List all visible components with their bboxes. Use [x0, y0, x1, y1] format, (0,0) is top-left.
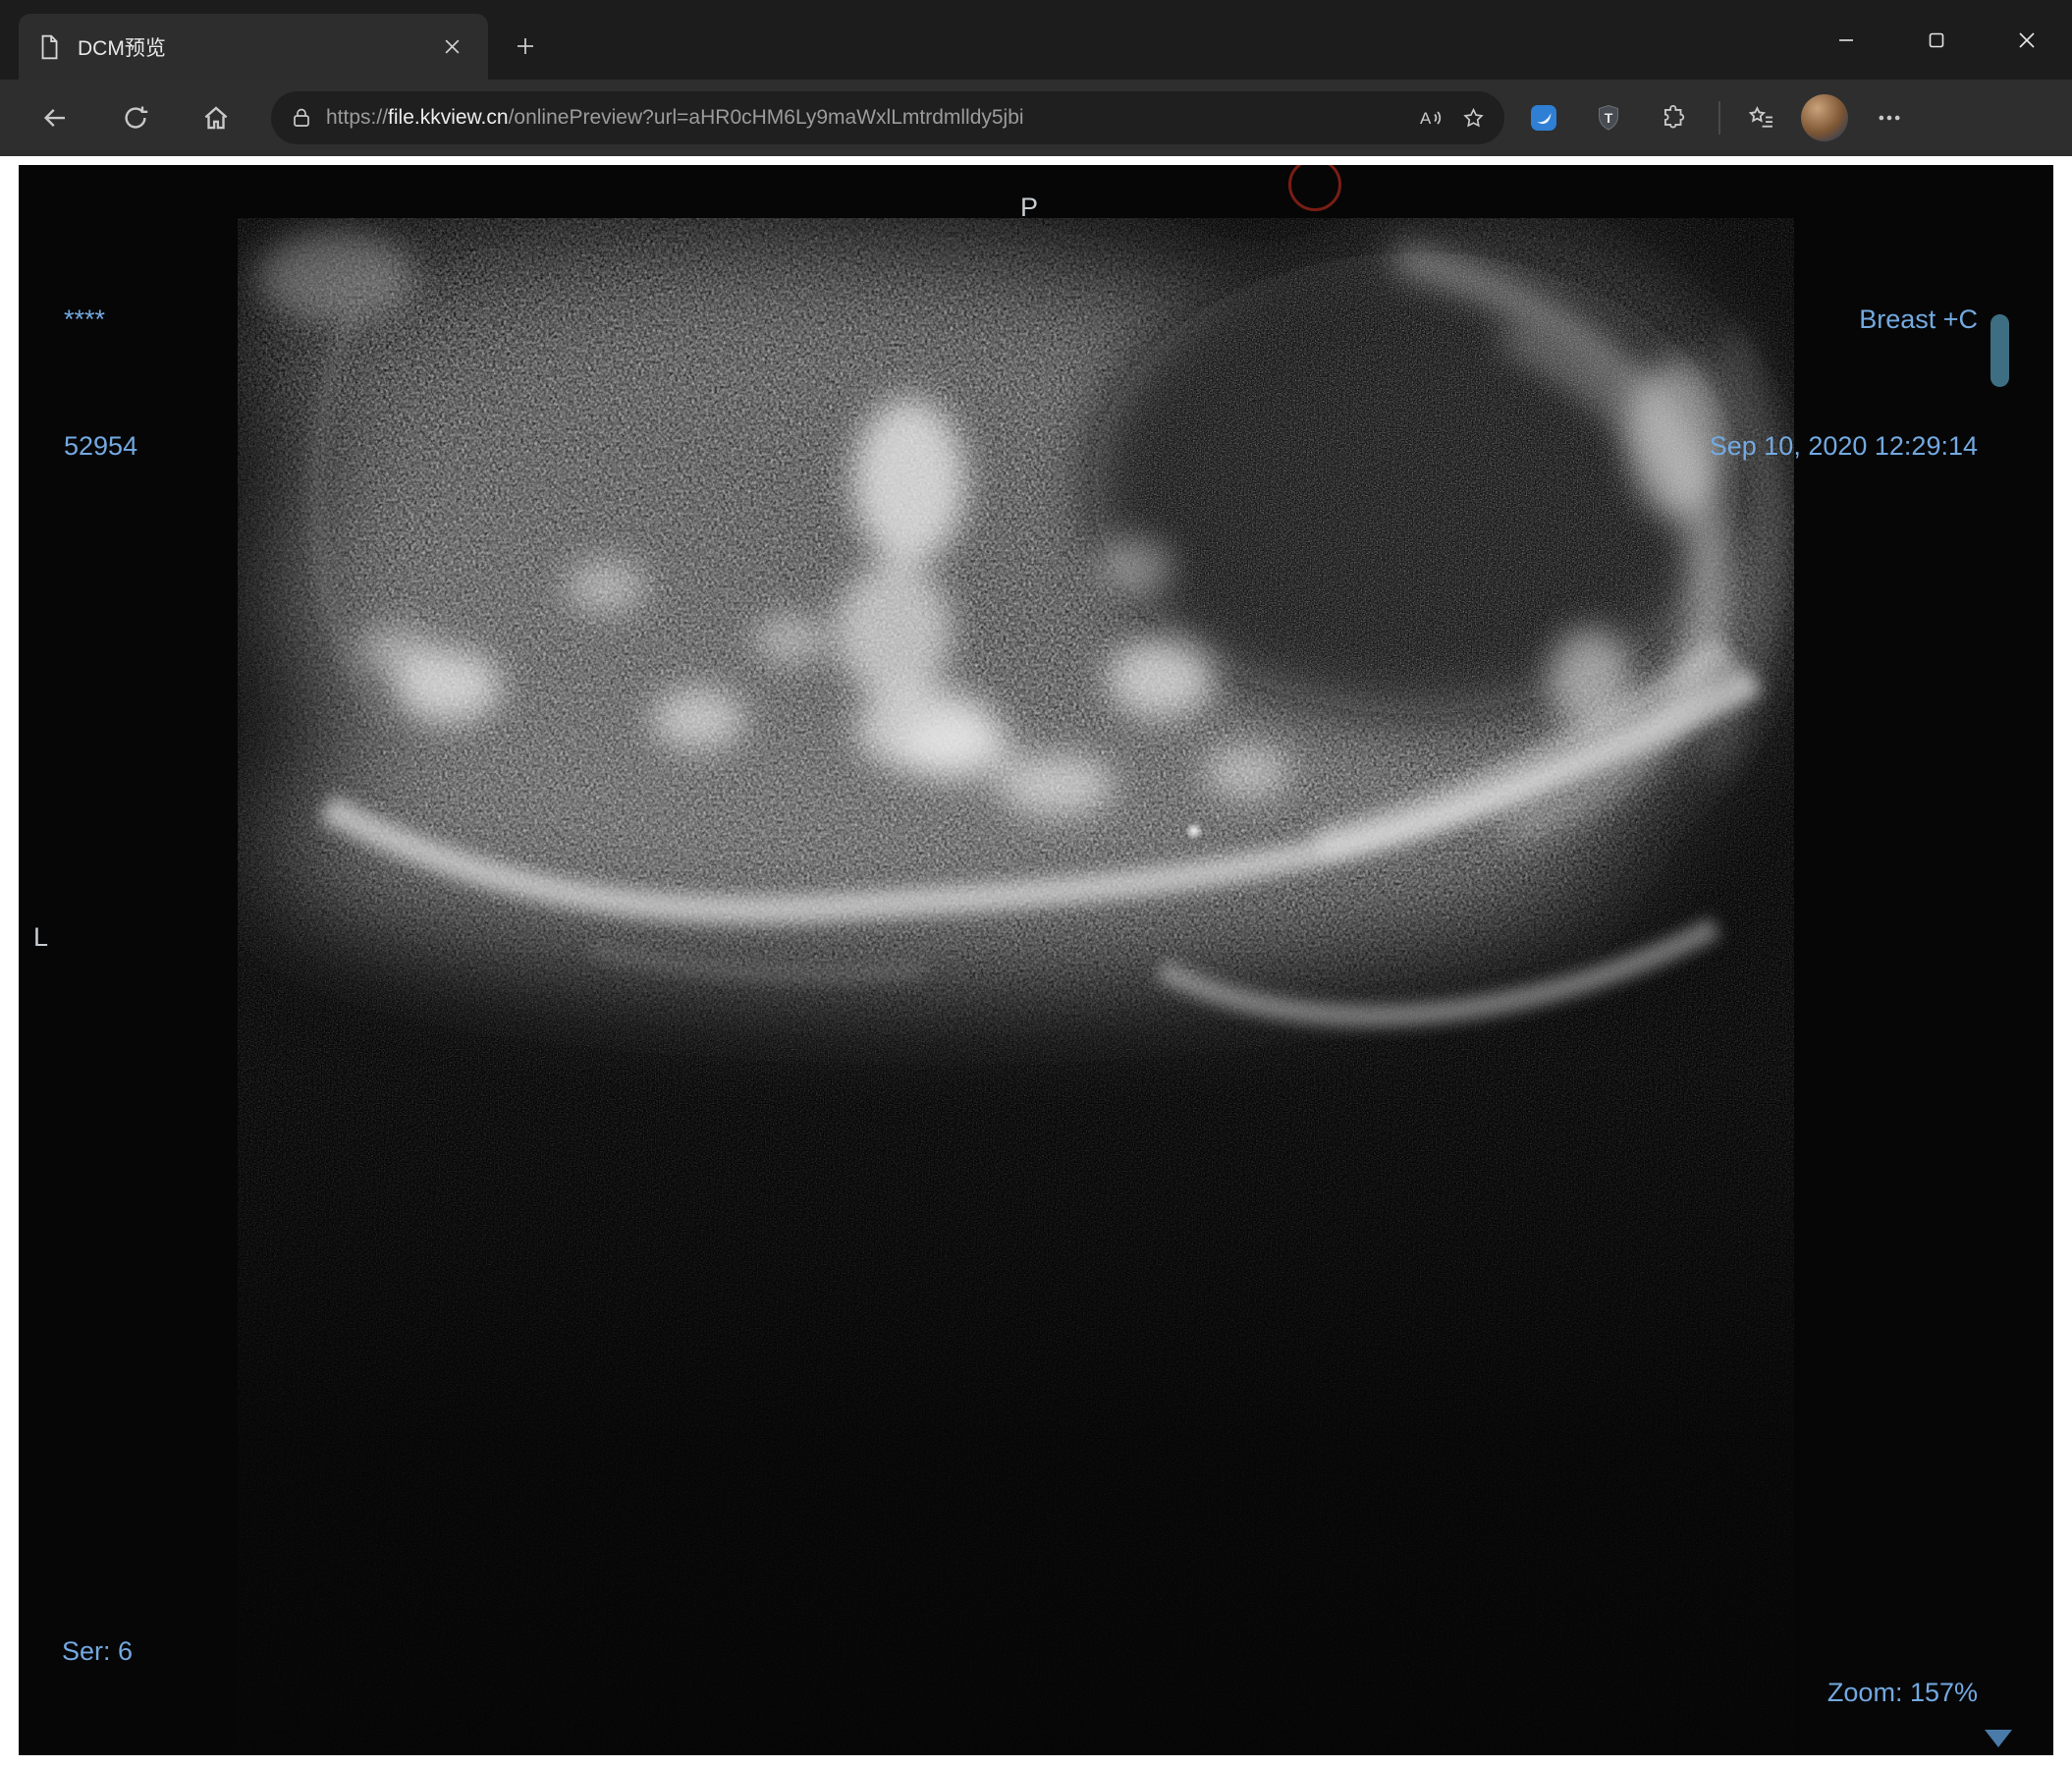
home-button[interactable]: [191, 92, 242, 143]
series-info-overlay: Ser: 6 Img: 201 1/545 512 x 512 Loc: 109…: [62, 1548, 440, 1755]
tab-strip: DCM预览: [0, 0, 2072, 80]
dicom-scan-image: [238, 218, 1794, 1755]
minimize-button[interactable]: [1801, 0, 1891, 80]
study-info-overlay: Breast +C Sep 10, 2020 12:29:14: [1710, 214, 1978, 552]
refresh-button[interactable]: [110, 92, 161, 143]
patient-info-overlay: **** 52954: [64, 214, 137, 552]
zoom-level: Zoom: 157%: [1827, 1678, 1978, 1707]
address-bar[interactable]: https://file.kkview.cn/onlinePreview?url…: [271, 91, 1504, 144]
browser-window: DCM预览 https://file.kkview.cn/onlinePrevi…: [0, 0, 2072, 1768]
dicom-viewer[interactable]: **** 52954 Breast +C Sep 10, 2020 12:29:…: [19, 165, 2053, 1755]
lock-icon[interactable]: [291, 106, 312, 130]
favorites-hub-icon[interactable]: [1736, 92, 1787, 143]
url-scheme: https://: [326, 106, 389, 129]
document-icon: [36, 33, 62, 61]
content-page: **** 52954 Breast +C Sep 10, 2020 12:29:…: [0, 156, 2072, 1768]
new-tab-button[interactable]: [503, 24, 548, 69]
blue-extension-icon[interactable]: [1518, 92, 1569, 143]
url-path: /onlinePreview?url=aHR0cHM6Ly9maWxlLmtrd…: [508, 106, 1024, 129]
viewer-scrollbar-thumb[interactable]: [1990, 314, 2009, 387]
more-icon[interactable]: [1864, 92, 1915, 143]
svg-text:A: A: [1420, 109, 1432, 128]
window-controls: [1801, 0, 2072, 80]
image-number: Img: 201 1/545: [62, 1754, 440, 1755]
read-aloud-icon[interactable]: A: [1408, 96, 1451, 139]
back-button[interactable]: [29, 92, 81, 143]
shield-t-extension-icon[interactable]: T: [1583, 92, 1634, 143]
window-close-button[interactable]: [1982, 0, 2072, 80]
study-description: Breast +C: [1859, 304, 1978, 334]
annotation-circle: [1288, 165, 1341, 211]
display-info-overlay: Zoom: 157% W: 778 L: 389 Lossless / Unco…: [1674, 1589, 1978, 1755]
tab-dcm-preview[interactable]: DCM预览: [19, 14, 488, 80]
url-domain: file.kkview.cn: [388, 106, 509, 129]
study-datetime: Sep 10, 2020 12:29:14: [1709, 431, 1978, 461]
favorite-star-icon[interactable]: [1451, 96, 1495, 139]
maximize-button[interactable]: [1891, 0, 1982, 80]
orientation-marker-posterior: P: [1020, 193, 1039, 222]
scroll-down-arrow-icon[interactable]: [1985, 1730, 2012, 1747]
patient-number: 52954: [64, 431, 138, 461]
extensions-puzzle-icon[interactable]: [1648, 92, 1699, 143]
series-number: Ser: 6: [62, 1636, 134, 1666]
url-text: https://file.kkview.cn/onlinePreview?url…: [326, 106, 1408, 130]
toolbar-divider: [1718, 101, 1720, 135]
browser-toolbar: https://file.kkview.cn/onlinePreview?url…: [0, 80, 2072, 156]
tab-close-icon[interactable]: [433, 28, 470, 66]
orientation-marker-left: L: [33, 922, 49, 952]
patient-id-masked: ****: [64, 304, 106, 334]
svg-text:T: T: [1605, 110, 1613, 126]
tab-title: DCM预览: [78, 36, 166, 60]
profile-avatar[interactable]: [1801, 94, 1848, 141]
